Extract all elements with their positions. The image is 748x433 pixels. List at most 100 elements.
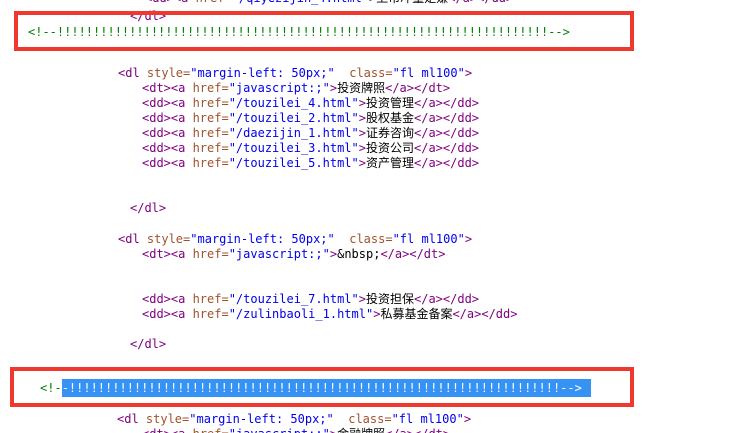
code-token-attribute: style=	[147, 66, 190, 80]
code-token-text: 投资管理	[366, 96, 414, 110]
code-token-value: "margin-left: 50px;"	[190, 232, 335, 246]
code-line: </dl>	[130, 337, 166, 352]
code-line: <dd><a href="/zulinbaoli_1.html">私募基金备案<…	[142, 307, 517, 322]
code-line: <dd><a href="/touzilei_2.html">股权基金</a><…	[142, 111, 479, 126]
code-line: <dt><a href="javascript:;">&nbsp;</a></d…	[142, 247, 445, 262]
code-line: <dt><a href="javascript:;">投资牌照</a></dt>	[142, 81, 450, 96]
code-line: <dd><a href="/qiyezijin_4.html">上市冲量定嫌</…	[145, 0, 513, 6]
code-line: <dl style="margin-left: 50px;" class="fl…	[118, 66, 472, 81]
code-token-tag: >	[464, 412, 471, 426]
code-token-value: "fl ml100"	[393, 232, 465, 246]
code-token-attribute: href=	[193, 427, 229, 433]
selected-text: -!!!!!!!!!!!!!!!!!!!!!!!!!!!!!!!!!!!!!!!…	[62, 379, 591, 397]
code-line: </dl>	[130, 201, 166, 216]
code-line: </dl>	[130, 9, 166, 24]
code-token-value: "/qiyezijin_4.html"	[232, 0, 369, 5]
code-token-text	[334, 412, 348, 426]
code-token-text	[335, 232, 349, 246]
code-token-tag: </a></dd>	[414, 292, 479, 306]
code-token-tag: <dl	[118, 66, 147, 80]
code-token-value: "/zulinbaoli_1.html"	[229, 307, 374, 321]
code-token-value: "/touzilei_5.html"	[229, 156, 359, 170]
code-token-attribute: href=	[193, 156, 229, 170]
code-token-attribute: href=	[193, 81, 229, 95]
code-line: <dt><a href="javascript:;">金融牌照</a></dt>	[142, 427, 450, 433]
code-token-tag: >	[330, 81, 337, 95]
code-token-value: "/touzilei_2.html"	[229, 111, 359, 125]
code-token-text: 资产管理	[366, 156, 414, 170]
code-token-value: "javascript:;"	[229, 247, 330, 261]
code-token-attribute: href=	[193, 307, 229, 321]
code-token-tag: >	[359, 126, 366, 140]
code-token-text: 投资担保	[366, 292, 414, 306]
code-token-text: &nbsp;	[337, 247, 380, 261]
code-token-tag: </dl>	[130, 9, 166, 23]
code-token-tag: </a></dd>	[414, 156, 479, 170]
code-token-tag: </dl>	[130, 337, 166, 351]
code-token-text: 投资公司	[366, 141, 414, 155]
code-token-value: "fl ml100"	[393, 66, 465, 80]
code-token-attribute: href=	[193, 292, 229, 306]
code-token-tag: </a></dt>	[385, 427, 450, 433]
code-token-tag: </a></dd>	[414, 141, 479, 155]
code-token-tag: </a></dd>	[452, 307, 517, 321]
code-token-text: 证券咨询	[366, 126, 414, 140]
code-token-attribute: class=	[349, 232, 392, 246]
code-token-tag: <dd><a	[142, 111, 193, 125]
code-token-tag: </a></dt>	[380, 247, 445, 261]
code-line: <dd><a href="/touzilei_7.html">投资担保</a><…	[142, 292, 479, 307]
code-token-value: "margin-left: 50px;"	[189, 412, 334, 426]
code-token-tag: <dd><a	[142, 96, 193, 110]
code-token-attribute: href=	[193, 247, 229, 261]
code-token-tag: >	[359, 96, 366, 110]
code-token-tag: >	[330, 427, 337, 433]
code-token-text	[335, 66, 349, 80]
html-source-view[interactable]: <dd><a href="/qiyezijin_4.html">上市冲量定嫌</…	[0, 0, 748, 433]
code-token-attribute: href=	[193, 111, 229, 125]
code-line: <dd><a href="/touzilei_4.html">投资管理</a><…	[142, 96, 479, 111]
code-token-attribute: style=	[146, 412, 189, 426]
code-token-tag: <dt><a	[142, 81, 193, 95]
code-token-text: 股权基金	[366, 111, 414, 125]
code-line: <dl style="margin-left: 50px;" class="fl…	[118, 232, 472, 247]
code-token-tag: <dd><a	[142, 126, 193, 140]
code-token-attribute: class=	[348, 412, 391, 426]
code-token-value: "fl ml100"	[392, 412, 464, 426]
code-token-text: 上市冲量定嫌	[376, 0, 448, 5]
code-token-attribute: class=	[349, 66, 392, 80]
code-token-value: "javascript:;"	[229, 81, 330, 95]
code-token-tag: >	[359, 292, 366, 306]
code-token-value: "javascript:;"	[229, 427, 330, 433]
code-token-attribute: href=	[193, 126, 229, 140]
code-token-attribute: href=	[196, 0, 232, 5]
code-token-tag: >	[465, 232, 472, 246]
code-token-attribute: href=	[193, 96, 229, 110]
code-token-tag: <dt><a	[142, 427, 193, 433]
code-token-tag: <dd><a	[145, 0, 196, 5]
code-token-attribute: style=	[147, 232, 190, 246]
code-token-tag: <dd><a	[142, 141, 193, 155]
code-token-attribute: href=	[193, 141, 229, 155]
code-token-tag: <dt><a	[142, 247, 193, 261]
code-token-tag: <dd><a	[142, 156, 193, 170]
code-token-value: "margin-left: 50px;"	[190, 66, 335, 80]
code-token-value: "/touzilei_3.html"	[229, 141, 359, 155]
code-token-tag: >	[330, 247, 337, 261]
code-token-tag: <dd><a	[142, 307, 193, 321]
code-token-tag: >	[465, 66, 472, 80]
code-token-tag: <dl	[118, 232, 147, 246]
code-token-tag: </a></dd>	[414, 96, 479, 110]
code-token-comment: <!--!!!!!!!!!!!!!!!!!!!!!!!!!!!!!!!!!!!!…	[28, 25, 570, 39]
code-token-text: 私募基金备案	[380, 307, 452, 321]
code-token-tag: </dl>	[130, 201, 166, 215]
code-token-comment: <!-	[40, 381, 62, 395]
code-token-value: "/touzilei_7.html"	[229, 292, 359, 306]
code-token-value: "/touzilei_4.html"	[229, 96, 359, 110]
code-token-text: 投资牌照	[337, 81, 385, 95]
code-token-value: "/daezijin_1.html"	[229, 126, 359, 140]
code-token-tag: </a></dd>	[448, 0, 513, 5]
code-token-tag: </a></dt>	[385, 81, 450, 95]
code-line: <dd><a href="/touzilei_3.html">投资公司</a><…	[142, 141, 479, 156]
code-line: <dd><a href="/daezijin_1.html">证券咨询</a><…	[142, 126, 479, 141]
code-token-tag: >	[359, 141, 366, 155]
